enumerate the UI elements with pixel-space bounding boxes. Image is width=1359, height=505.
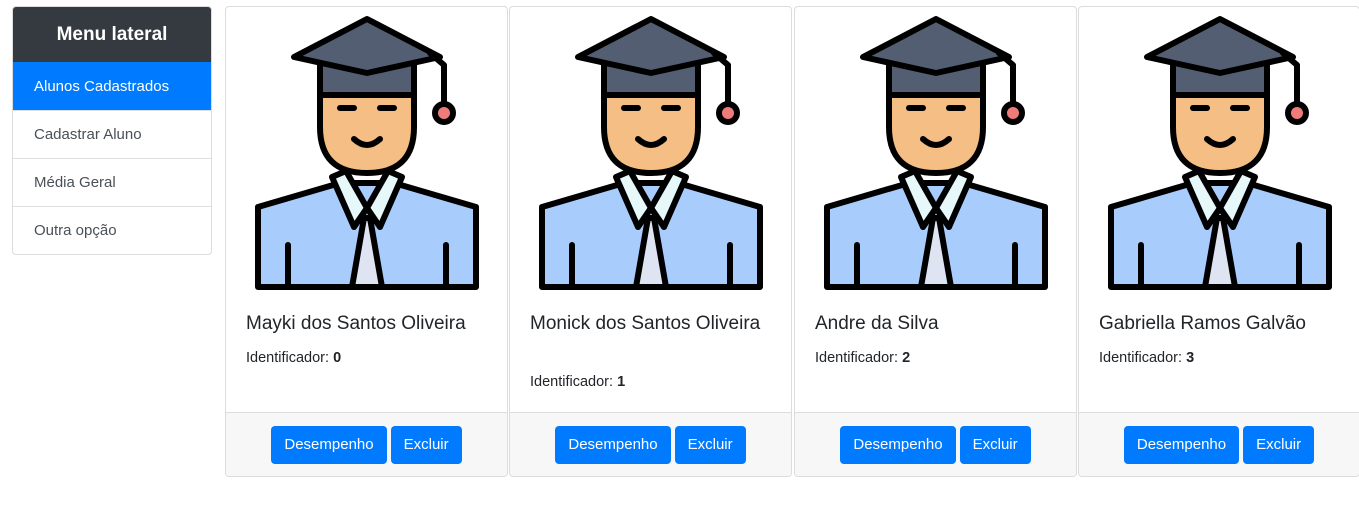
student-name: Mayki dos Santos Oliveira (246, 313, 466, 334)
delete-button[interactable]: Excluir (1243, 425, 1315, 464)
identifier-label: Identificador: (1099, 350, 1183, 366)
student-name: Andre da Silva (815, 313, 939, 334)
student-graduate-icon (254, 13, 480, 295)
card-footer: Desempenho Excluir (510, 412, 791, 476)
identifier-label: Identificador: (246, 350, 330, 366)
identifier-label: Identificador: (815, 350, 899, 366)
delete-button[interactable]: Excluir (959, 425, 1031, 464)
performance-button[interactable]: Desempenho (555, 425, 671, 464)
identifier-value: 2 (902, 350, 911, 366)
student-identifier: Identificador: 2 (815, 350, 910, 366)
sidebar-item-outra-opcao[interactable]: Outra opção (13, 206, 211, 254)
card-footer: Desempenho Excluir (1079, 412, 1359, 476)
student-card: Andre da Silva Identificador: 2 Desempen… (794, 6, 1077, 477)
identifier-value: 3 (1186, 350, 1195, 366)
sidebar-item-media-geral[interactable]: Média Geral (13, 158, 211, 206)
performance-button[interactable]: Desempenho (1123, 425, 1240, 464)
student-graduate-icon (823, 13, 1049, 295)
identifier-value: 0 (333, 350, 342, 366)
performance-button[interactable]: Desempenho (271, 425, 387, 464)
sidebar-item-alunos-cadastrados[interactable]: Alunos Cadastrados (13, 62, 211, 110)
student-card: Monick dos Santos Oliveira Identificador… (509, 6, 792, 477)
student-identifier: Identificador: 1 (530, 374, 625, 390)
student-card: Gabriella Ramos Galvão Identificador: 3 … (1078, 6, 1359, 477)
student-name: Gabriella Ramos Galvão (1099, 313, 1306, 334)
identifier-label: Identificador: (530, 374, 614, 390)
card-footer: Desempenho Excluir (795, 412, 1076, 476)
card-footer: Desempenho Excluir (226, 412, 507, 476)
student-identifier: Identificador: 0 (246, 350, 341, 366)
student-name: Monick dos Santos Oliveira (530, 313, 761, 334)
delete-button[interactable]: Excluir (390, 425, 462, 464)
sidebar-menu: Menu lateral Alunos Cadastrados Cadastra… (12, 6, 212, 255)
sidebar-title: Menu lateral (13, 7, 211, 62)
identifier-value: 1 (617, 374, 626, 390)
sidebar-item-cadastrar-aluno[interactable]: Cadastrar Aluno (13, 110, 211, 158)
delete-button[interactable]: Excluir (674, 425, 746, 464)
student-card: Mayki dos Santos Oliveira Identificador:… (225, 6, 508, 477)
student-graduate-icon (1107, 13, 1333, 295)
student-identifier: Identificador: 3 (1099, 350, 1194, 366)
student-graduate-icon (538, 13, 764, 295)
performance-button[interactable]: Desempenho (840, 425, 956, 464)
